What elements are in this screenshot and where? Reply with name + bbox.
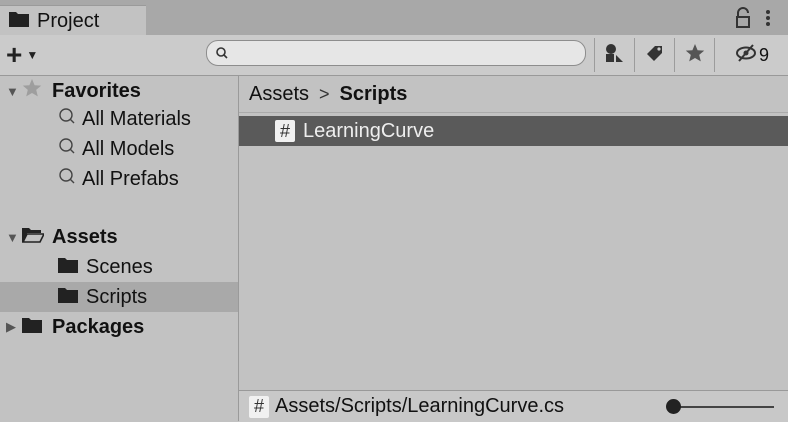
sidebar-item-assets[interactable]: ▼ Assets [0, 222, 238, 252]
sidebar-item-label: All Materials [82, 107, 191, 130]
sidebar-item-label: Favorites [52, 79, 141, 102]
star-icon [685, 43, 705, 68]
create-button[interactable]: + ▼ [6, 40, 58, 70]
sidebar-item-scenes[interactable]: Scenes [0, 252, 238, 282]
sidebar-item-all-models[interactable]: All Models [0, 134, 238, 164]
sidebar-item-favorites[interactable]: ▼ Favorites [0, 76, 238, 106]
status-bar: # Assets/Scripts/LearningCurve.cs [239, 390, 788, 422]
chevron-down-icon: ▼ [26, 48, 39, 62]
eye-slash-icon [735, 43, 757, 67]
breadcrumb: Assets > Scripts [239, 76, 788, 113]
sidebar-item-label: Packages [52, 315, 145, 338]
slider-handle[interactable] [666, 399, 681, 414]
sidebar-item-label: Assets [52, 225, 118, 248]
selected-asset-path: Assets/Scripts/LearningCurve.cs [275, 395, 565, 417]
list-item[interactable]: # LearningCurve [239, 116, 788, 146]
hidden-packages-button[interactable]: 9 [714, 38, 788, 72]
folder-icon [22, 316, 42, 339]
search-by-label-button[interactable] [634, 38, 675, 72]
hidden-packages-count: 9 [758, 44, 769, 65]
tab-project[interactable]: Project [0, 5, 146, 36]
breadcrumb-root[interactable]: Assets [249, 83, 309, 106]
kebab-menu-icon[interactable] [763, 8, 773, 28]
toolbar: + ▼ 9 [0, 35, 788, 76]
csharp-script-icon: # [249, 395, 269, 418]
slider-track [674, 406, 774, 408]
sidebar-item-scripts[interactable]: Scripts [0, 282, 238, 312]
search-icon [58, 167, 76, 191]
folder-icon [9, 11, 29, 32]
chevron-right-icon[interactable]: ▶ [6, 319, 18, 335]
tab-label: Project [37, 9, 100, 32]
search-icon [58, 137, 76, 161]
search-by-type-button[interactable] [594, 38, 635, 72]
sidebar-item-packages[interactable]: ▶ Packages [0, 312, 238, 342]
sidebar-item-label: All Models [82, 137, 175, 160]
breadcrumb-current[interactable]: Scripts [340, 83, 408, 106]
breadcrumb-separator: > [319, 83, 330, 104]
asset-label: LearningCurve [303, 119, 435, 142]
lock-icon[interactable] [734, 7, 752, 29]
folder-icon [58, 286, 78, 309]
folder-icon [58, 256, 78, 279]
star-icon [22, 78, 42, 104]
sidebar-item-all-prefabs[interactable]: All Prefabs [0, 164, 238, 194]
shapes-icon [605, 43, 625, 68]
search-icon [58, 107, 76, 131]
sidebar: ▼ Favorites All Materials All Models All… [0, 76, 239, 421]
window-header: Project [0, 0, 788, 36]
tag-icon [645, 43, 665, 68]
zoom-slider[interactable] [666, 399, 776, 415]
sidebar-item-label: Scripts [86, 285, 148, 308]
sidebar-item-all-materials[interactable]: All Materials [0, 104, 238, 134]
sidebar-item-label: Scenes [86, 255, 153, 278]
asset-browser: Assets > Scripts # LearningCurve [239, 76, 788, 390]
search-input[interactable] [206, 40, 586, 66]
csharp-script-icon: # [275, 120, 295, 142]
chevron-down-icon[interactable]: ▼ [6, 230, 19, 245]
search-icon [215, 46, 229, 65]
favorites-filter-button[interactable] [674, 38, 715, 72]
open-folder-icon [21, 226, 46, 249]
sidebar-item-label: All Prefabs [82, 167, 179, 190]
chevron-down-icon[interactable]: ▼ [6, 84, 19, 99]
plus-icon: + [6, 39, 23, 70]
